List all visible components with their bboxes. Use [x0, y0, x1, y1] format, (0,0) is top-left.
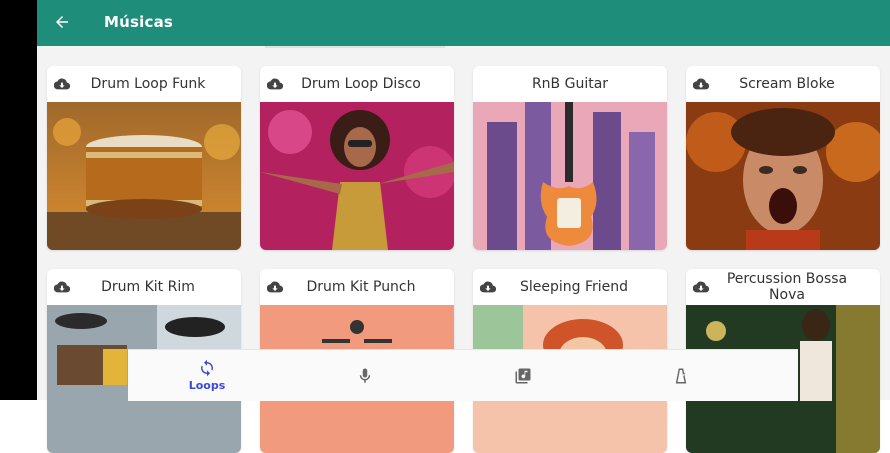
cloud-download-icon	[54, 78, 70, 90]
nav-loops-label: Loops	[188, 379, 226, 392]
loop-card-scream-bloke[interactable]: Scream Bloke	[686, 66, 880, 250]
cloud-download-icon	[693, 281, 709, 293]
music-library-icon	[515, 368, 531, 383]
bottom-navigation: Loops	[128, 349, 798, 401]
card-title: Drum Kit Rim	[101, 279, 195, 295]
disco-dancer-image	[260, 102, 454, 250]
loop-icon	[201, 359, 213, 377]
divider	[265, 46, 445, 48]
cloud-download-icon	[54, 281, 70, 293]
card-header: Drum Kit Punch	[260, 269, 454, 305]
drum-image	[47, 102, 241, 250]
card-title: Sleeping Friend	[519, 279, 629, 295]
nav-loops[interactable]: Loops	[128, 350, 286, 401]
card-title: Scream Bloke	[739, 76, 835, 92]
page-title: Músicas	[104, 13, 174, 31]
loop-card-drum-loop-disco[interactable]: Drum Loop Disco	[260, 66, 454, 250]
card-header: Percussion Bossa Nova	[686, 269, 880, 305]
cloud-download-icon	[693, 78, 709, 90]
card-header: Drum Kit Rim	[47, 269, 241, 305]
loop-card-drum-loop-funk[interactable]: Drum Loop Funk	[47, 66, 241, 250]
card-title: RnB Guitar	[531, 76, 609, 92]
loop-card-rnb-guitar[interactable]: RnB Guitar	[473, 66, 667, 250]
nav-record[interactable]	[286, 350, 444, 401]
cloud-download-icon	[267, 78, 283, 90]
cloud-download-icon	[480, 281, 496, 293]
nav-library[interactable]	[444, 350, 602, 401]
loops-grid: Drum Loop Funk Drum Loop Disco RnB Guita…	[37, 46, 890, 453]
screaming-face-image	[686, 102, 880, 250]
microphone-icon	[359, 368, 371, 383]
app-bar: Músicas	[37, 0, 890, 46]
card-header: RnB Guitar	[473, 66, 667, 102]
card-header: Drum Loop Disco	[260, 66, 454, 102]
card-header: Sleeping Friend	[473, 269, 667, 305]
arrow-left-icon	[56, 16, 68, 28]
nav-metronome[interactable]	[602, 350, 760, 401]
card-header: Scream Bloke	[686, 66, 880, 102]
metronome-icon	[675, 368, 687, 383]
card-title: Drum Kit Punch	[306, 279, 416, 295]
left-edge-strip	[0, 0, 37, 400]
card-title: Drum Loop Disco	[301, 76, 421, 92]
card-title: Drum Loop Funk	[90, 76, 206, 92]
card-title: Percussion Bossa Nova	[726, 271, 848, 303]
card-header: Drum Loop Funk	[47, 66, 241, 102]
cloud-download-icon	[267, 281, 283, 293]
guitar-image	[473, 102, 667, 250]
back-button[interactable]	[51, 11, 73, 33]
